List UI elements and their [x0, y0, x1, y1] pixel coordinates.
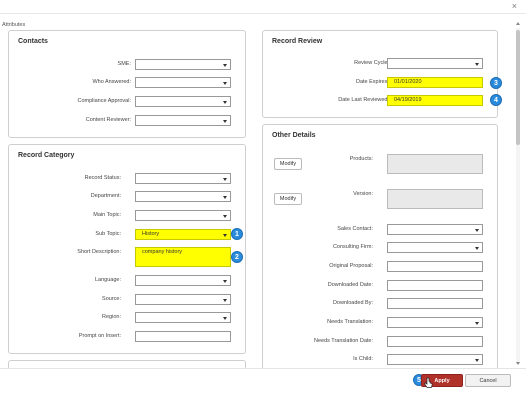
needs-translation-label: Needs Translation:	[327, 319, 373, 325]
close-icon[interactable]: ×	[512, 2, 517, 11]
version-label: Version:	[353, 191, 373, 197]
cancel-button[interactable]: Cancel	[465, 374, 511, 387]
record-review-panel: Record Review Review Cycle: Date Expires…	[262, 30, 498, 118]
sme-select[interactable]	[135, 59, 231, 70]
date-last-reviewed-label: Date Last Reviewed:	[338, 97, 389, 103]
department-select[interactable]	[135, 191, 231, 202]
scroll-down-arrow[interactable]	[516, 362, 520, 365]
language-select[interactable]	[135, 275, 231, 286]
original-proposal-label: Original Proposal:	[329, 263, 373, 269]
needs-translation-select[interactable]	[387, 317, 483, 328]
review-cycle-select[interactable]	[387, 58, 483, 69]
sales-contact-label: Sales Contact:	[337, 226, 373, 232]
compliance-approval-label: Compliance Approval:	[77, 98, 131, 104]
products-field	[387, 154, 483, 174]
other-details-title: Other Details	[272, 132, 316, 139]
is-child-select[interactable]	[387, 354, 483, 365]
dialog-header: ×	[0, 0, 526, 14]
date-last-reviewed-input[interactable]: 04/19/2019	[387, 95, 483, 106]
record-status-label: Record Status:	[84, 175, 121, 181]
region-select[interactable]	[135, 312, 231, 323]
record-category-panel: Record Category Record Status: Departmen…	[8, 144, 246, 354]
who-answered-select[interactable]	[135, 77, 231, 88]
original-proposal-input[interactable]	[387, 261, 483, 272]
scroll-up-arrow[interactable]	[516, 22, 520, 25]
consulting-firm-select[interactable]	[387, 242, 483, 253]
language-label: Language:	[95, 277, 121, 283]
contacts-title: Contacts	[18, 38, 48, 45]
downloaded-by-label: Downloaded By:	[332, 300, 373, 306]
downloaded-date-input[interactable]	[387, 280, 483, 291]
date-expires-label: Date Expires:	[355, 79, 389, 85]
downloaded-date-label: Downloaded Date:	[327, 282, 373, 288]
sub-topic-select[interactable]: History	[135, 229, 231, 240]
step-badge-2: 2	[231, 251, 243, 263]
version-field	[387, 189, 483, 209]
record-status-select[interactable]	[135, 173, 231, 184]
footer-divider	[0, 368, 526, 369]
source-label: Source:	[102, 296, 121, 302]
products-label: Products:	[349, 156, 373, 162]
who-answered-label: Who Answered:	[92, 79, 131, 85]
other-details-panel: Other Details Modify Products: Modify Ve…	[262, 124, 498, 368]
is-child-label: Is Child:	[353, 356, 373, 362]
content-reviewer-label: Content Reviewer:	[85, 117, 131, 123]
prompt-on-insert-label: Prompt on Insert:	[78, 333, 121, 339]
sub-topic-label: Sub Topic:	[95, 231, 121, 237]
prompt-on-insert-input[interactable]	[135, 331, 231, 342]
scrollbar-thumb[interactable]	[516, 30, 520, 145]
compliance-approval-select[interactable]	[135, 96, 231, 107]
step-badge-4: 4	[490, 94, 502, 106]
record-category-title: Record Category	[18, 152, 75, 159]
sme-label: SME:	[117, 61, 131, 67]
review-cycle-label: Review Cycle:	[354, 60, 389, 66]
short-description-label: Short Description:	[77, 249, 121, 255]
sales-contact-select[interactable]	[387, 224, 483, 235]
needs-translation-date-input[interactable]	[387, 336, 483, 347]
main-topic-label: Main Topic:	[93, 212, 121, 218]
dialog-subtitle: Attributes	[2, 22, 26, 28]
short-description-input[interactable]: company history	[135, 247, 231, 267]
department-label: Department:	[90, 193, 121, 199]
source-select[interactable]	[135, 294, 231, 305]
content-reviewer-select[interactable]	[135, 115, 231, 126]
date-expires-input[interactable]: 01/01/2020	[387, 77, 483, 88]
downloaded-by-input[interactable]	[387, 298, 483, 309]
step-badge-3: 3	[490, 77, 502, 89]
region-label: Region:	[102, 314, 121, 320]
main-topic-select[interactable]	[135, 210, 231, 221]
mouse-pointer-icon	[424, 377, 433, 388]
consulting-firm-label: Consulting Firm:	[332, 244, 373, 250]
step-badge-1: 1	[231, 228, 243, 240]
record-review-title: Record Review	[272, 38, 323, 45]
contacts-panel: Contacts SME: Who Answered: Compliance A…	[8, 30, 246, 138]
needs-translation-date-label: Needs Translation Date:	[313, 338, 373, 344]
next-panel-partial	[8, 360, 246, 368]
